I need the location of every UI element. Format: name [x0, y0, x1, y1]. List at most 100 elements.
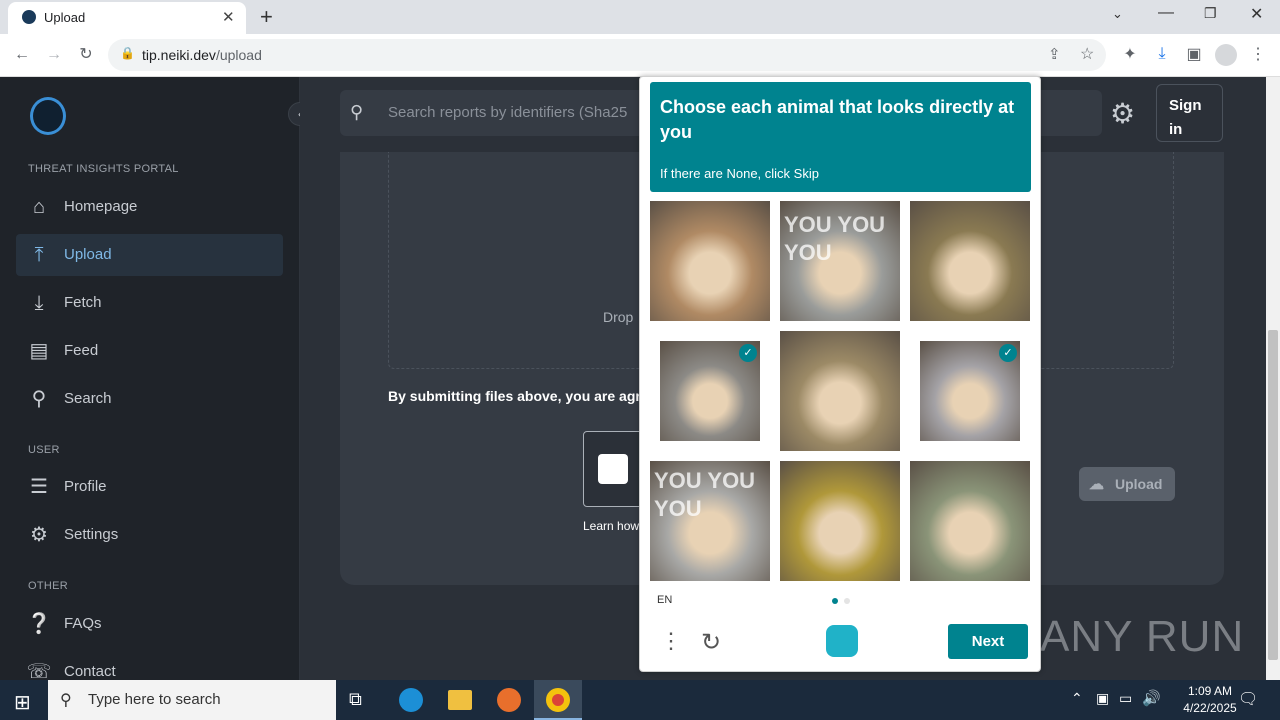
lock-icon: 🔒 [120, 46, 135, 60]
search-icon: ⚲ [350, 102, 364, 122]
captcha-tile-7[interactable]: YOU YOU YOU [650, 461, 770, 581]
captcha-tile-8[interactable] [780, 461, 900, 581]
language-selector[interactable]: EN [657, 594, 672, 606]
upload-button[interactable]: ☁ Upload [1079, 467, 1175, 501]
captcha-tile-1[interactable] [650, 201, 770, 321]
menu-dots-icon[interactable]: ⋮ [1247, 45, 1269, 65]
captcha-tile-4[interactable]: ✓ [660, 341, 760, 441]
sidebar-item-label: Fetch [64, 294, 102, 311]
sidebar-item-profile[interactable]: ☰ Profile [16, 466, 283, 508]
search-icon: ⚲ [31, 388, 47, 410]
taskbar-search-input[interactable]: Type here to search [88, 691, 221, 708]
search-icon: ⚲ [60, 692, 72, 709]
tab-close-icon[interactable]: ✕ [222, 8, 235, 26]
profile-avatar-icon[interactable] [1215, 44, 1237, 66]
browser-tab-bar: Upload ✕ + ⌄ — ❐ ✕ [0, 0, 1280, 34]
page-scrollbar[interactable] [1266, 77, 1280, 680]
sidebar-item-homepage[interactable]: ⌂ Homepage [16, 186, 283, 228]
tab-title: Upload [44, 10, 86, 25]
extensions-icon[interactable]: ✦ [1119, 45, 1141, 65]
tile-overlay-text: YOU YOU YOU [784, 212, 886, 265]
captcha-tile-2[interactable]: YOU YOU YOU [780, 201, 900, 321]
firefox-icon[interactable] [497, 688, 521, 712]
section-label-portal: THREAT INSIGHTS PORTAL [28, 163, 179, 175]
captcha-tile-6[interactable]: ✓ [920, 341, 1020, 441]
captcha-tile-5[interactable] [780, 331, 900, 451]
search-input[interactable]: Search reports by identifiers (Sha25 [388, 104, 627, 121]
next-button-label: Next [971, 633, 1005, 650]
sidebar-item-fetch[interactable]: ⤓ Fetch [16, 282, 283, 324]
url-host: tip.neiki.dev [142, 47, 216, 63]
next-button[interactable]: Next [948, 624, 1028, 659]
sidebar-item-upload[interactable]: ⤒ Upload [16, 234, 283, 276]
url-text: tip.neiki.dev/upload [142, 47, 262, 63]
sidebar-item-faqs[interactable]: ❔ FAQs [16, 603, 283, 645]
back-icon[interactable]: ← [11, 45, 33, 65]
windows-taskbar: ⊞ ⚲ Type here to search ⧉ ⌃ ▣ ▭ 🔊 1:09 A… [0, 680, 1280, 720]
check-icon: ✓ [999, 344, 1017, 362]
chrome-taskbar-button[interactable] [534, 680, 582, 720]
task-view-icon[interactable]: ⧉ [349, 689, 362, 710]
captcha-header: Choose each animal that looks directly a… [650, 82, 1031, 192]
minimize-icon[interactable]: — [1158, 4, 1174, 22]
sidebar-item-label: Upload [64, 246, 112, 263]
faq-icon: ❔ [26, 613, 52, 635]
download-icon[interactable]: ⤓ [1151, 44, 1173, 64]
upload-button-label: Upload [1115, 476, 1163, 492]
gear-icon: ⚙ [30, 524, 48, 546]
sign-in-line1: Sign [1169, 97, 1202, 114]
sidebar-item-feed[interactable]: ▤ Feed [16, 330, 283, 372]
sidebar-item-label: FAQs [64, 615, 102, 632]
captcha-hint: If there are None, click Skip [660, 166, 819, 181]
video-thumbnail[interactable] [583, 431, 643, 507]
address-toolbar: ← → ↻ 🔒 tip.neiki.dev/upload ⇪ ☆ ✦ ⤓ ▣ ⋮ [0, 34, 1280, 77]
reload-icon[interactable]: ↻ [75, 45, 97, 65]
scrollbar-thumb[interactable] [1268, 330, 1278, 660]
page-dot-active [832, 598, 838, 604]
url-bar[interactable]: 🔒 tip.neiki.dev/upload ⇪ ☆ [108, 39, 1106, 71]
close-window-icon[interactable]: ✕ [1250, 4, 1263, 24]
tray-chevron-icon[interactable]: ⌃ [1071, 690, 1083, 707]
cloud-upload-icon: ☁ [1089, 476, 1104, 493]
refresh-icon[interactable]: ↻ [701, 628, 721, 657]
sidebar-item-search[interactable]: ⚲ Search [16, 378, 283, 420]
new-tab-icon[interactable]: + [260, 4, 273, 30]
chrome-icon [546, 688, 570, 712]
share-icon[interactable]: ⇪ [1048, 45, 1061, 63]
network-icon[interactable]: ▭ [1119, 690, 1132, 707]
anyrun-watermark: ANY RUN [1040, 612, 1244, 662]
windows-start-icon[interactable]: ⊞ [14, 690, 31, 715]
taskbar-search[interactable]: ⚲ Type here to search [48, 680, 336, 720]
tile-overlay-text: YOU YOU YOU [654, 468, 756, 521]
hcaptcha-logo-icon[interactable] [826, 625, 858, 657]
watermark-text: ANY RUN [1040, 612, 1245, 661]
sign-in-button[interactable]: Sign in [1156, 84, 1223, 142]
side-panel-icon[interactable]: ▣ [1183, 45, 1205, 65]
captcha-tile-9[interactable] [910, 461, 1030, 581]
restore-icon[interactable]: ❐ [1204, 5, 1217, 22]
sidebar-item-settings[interactable]: ⚙ Settings [16, 514, 283, 556]
favicon-icon [22, 10, 36, 24]
bookmark-star-icon[interactable]: ☆ [1080, 44, 1094, 64]
captcha-prompt: Choose each animal that looks directly a… [660, 97, 1015, 142]
learn-how-text: Learn how [583, 519, 640, 533]
terms-text: By submitting files above, you are agre [388, 388, 649, 404]
captcha-challenge: Choose each animal that looks directly a… [639, 76, 1041, 672]
site-logo[interactable] [30, 97, 66, 135]
tab-list-icon[interactable]: ⌄ [1112, 6, 1123, 22]
notifications-icon[interactable]: 🗨 [1238, 689, 1258, 709]
captcha-tile-3[interactable] [910, 201, 1030, 321]
fetch-icon: ⤓ [34, 292, 44, 314]
browser-tab[interactable]: Upload ✕ [8, 2, 246, 34]
tray-app-icon[interactable]: ▣ [1096, 690, 1109, 707]
file-explorer-icon[interactable] [448, 690, 472, 710]
volume-icon[interactable]: 🔊 [1142, 689, 1161, 707]
sign-in-line2: in [1169, 121, 1183, 138]
check-icon: ✓ [739, 344, 757, 362]
sidebar-item-label: Profile [64, 478, 107, 495]
sidebar-item-label: Contact [64, 663, 116, 680]
forward-icon[interactable]: → [43, 45, 65, 65]
settings-gear-icon[interactable]: ⚙ [1110, 97, 1135, 130]
more-options-icon[interactable]: ⋮ [660, 628, 682, 654]
edge-icon[interactable] [399, 688, 423, 712]
